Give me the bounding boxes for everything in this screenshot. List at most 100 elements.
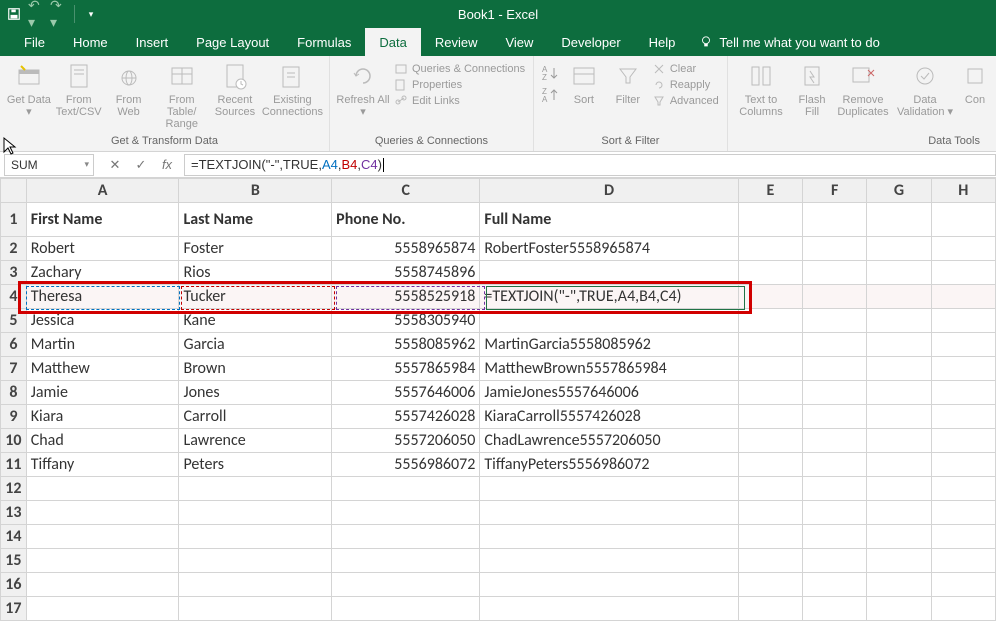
cell-A17[interactable] <box>26 597 179 621</box>
qat-customize-icon[interactable]: ▾ <box>83 6 99 22</box>
select-all-corner[interactable] <box>1 179 27 203</box>
row-header-17[interactable]: 17 <box>1 597 27 621</box>
cell-H1[interactable] <box>931 203 995 237</box>
cell-H6[interactable] <box>931 333 995 357</box>
from-table-range-button[interactable]: From Table/ Range <box>155 60 208 130</box>
cell-A14[interactable] <box>26 525 179 549</box>
cell-F7[interactable] <box>802 357 866 381</box>
cell-D5[interactable] <box>480 309 738 333</box>
cell-H9[interactable] <box>931 405 995 429</box>
properties-button[interactable]: Properties <box>394 78 525 92</box>
cell-G17[interactable] <box>867 597 931 621</box>
cell-A9[interactable]: Kiara <box>26 405 179 429</box>
cell-D4[interactable]: =TEXTJOIN("-",TRUE,A4,B4,C4) <box>480 285 738 309</box>
cell-D12[interactable] <box>480 477 738 501</box>
cell-H4[interactable] <box>931 285 995 309</box>
row-header-11[interactable]: 11 <box>1 453 27 477</box>
cell-E14[interactable] <box>738 525 802 549</box>
cell-A4[interactable]: Theresa <box>26 285 179 309</box>
col-header-B[interactable]: B <box>179 179 332 203</box>
insert-function-button[interactable]: fx <box>158 156 176 174</box>
cell-E9[interactable] <box>738 405 802 429</box>
cell-C17[interactable] <box>332 597 480 621</box>
cell-B1[interactable]: Last Name <box>179 203 332 237</box>
cell-F10[interactable] <box>802 429 866 453</box>
cell-H15[interactable] <box>931 549 995 573</box>
cell-F8[interactable] <box>802 381 866 405</box>
recent-sources-button[interactable]: Recent Sources <box>212 60 258 118</box>
cell-D8[interactable]: JamieJones5557646006 <box>480 381 738 405</box>
cell-G9[interactable] <box>867 405 931 429</box>
cell-A6[interactable]: Martin <box>26 333 179 357</box>
consolidate-button[interactable]: Con <box>960 60 990 106</box>
from-web-button[interactable]: From Web <box>106 60 152 118</box>
cell-H14[interactable] <box>931 525 995 549</box>
name-box[interactable]: SUM <box>4 154 94 176</box>
cell-B13[interactable] <box>179 501 332 525</box>
cell-E15[interactable] <box>738 549 802 573</box>
cell-E8[interactable] <box>738 381 802 405</box>
cell-G1[interactable] <box>867 203 931 237</box>
cell-C14[interactable] <box>332 525 480 549</box>
cell-H8[interactable] <box>931 381 995 405</box>
cell-B10[interactable]: Lawrence <box>179 429 332 453</box>
row-header-16[interactable]: 16 <box>1 573 27 597</box>
cell-B15[interactable] <box>179 549 332 573</box>
cell-C8[interactable]: 5557646006 <box>332 381 480 405</box>
cell-B5[interactable]: Kane <box>179 309 332 333</box>
tab-data[interactable]: Data <box>365 28 420 56</box>
cell-D9[interactable]: KiaraCarroll5557426028 <box>480 405 738 429</box>
undo-icon[interactable]: ↶ ▾ <box>28 6 44 22</box>
cell-F15[interactable] <box>802 549 866 573</box>
cell-G7[interactable] <box>867 357 931 381</box>
tab-file[interactable]: File <box>10 28 59 56</box>
cell-H13[interactable] <box>931 501 995 525</box>
cell-D15[interactable] <box>480 549 738 573</box>
cell-F5[interactable] <box>802 309 866 333</box>
cell-C13[interactable] <box>332 501 480 525</box>
cell-F4[interactable] <box>802 285 866 309</box>
cell-H5[interactable] <box>931 309 995 333</box>
flash-fill-button[interactable]: Flash Fill <box>792 60 832 118</box>
cell-A8[interactable]: Jamie <box>26 381 179 405</box>
cell-D13[interactable] <box>480 501 738 525</box>
cell-A13[interactable] <box>26 501 179 525</box>
row-header-5[interactable]: 5 <box>1 309 27 333</box>
cell-E12[interactable] <box>738 477 802 501</box>
tab-home[interactable]: Home <box>59 28 122 56</box>
cell-G15[interactable] <box>867 549 931 573</box>
row-header-1[interactable]: 1 <box>1 203 27 237</box>
cell-G5[interactable] <box>867 309 931 333</box>
col-header-E[interactable]: E <box>738 179 802 203</box>
cell-C12[interactable] <box>332 477 480 501</box>
cell-C16[interactable] <box>332 573 480 597</box>
cell-A15[interactable] <box>26 549 179 573</box>
cell-G10[interactable] <box>867 429 931 453</box>
cell-E7[interactable] <box>738 357 802 381</box>
cell-A12[interactable] <box>26 477 179 501</box>
cell-C2[interactable]: 5558965874 <box>332 237 480 261</box>
cell-F2[interactable] <box>802 237 866 261</box>
cell-C10[interactable]: 5557206050 <box>332 429 480 453</box>
row-header-12[interactable]: 12 <box>1 477 27 501</box>
save-icon[interactable] <box>6 6 22 22</box>
cell-F14[interactable] <box>802 525 866 549</box>
cell-B6[interactable]: Garcia <box>179 333 332 357</box>
tab-review[interactable]: Review <box>421 28 492 56</box>
cell-B17[interactable] <box>179 597 332 621</box>
cell-B16[interactable] <box>179 573 332 597</box>
cell-H3[interactable] <box>931 261 995 285</box>
get-data-button[interactable]: Get Data ▾ <box>6 60 52 118</box>
cell-D11[interactable]: TiffanyPeters5556986072 <box>480 453 738 477</box>
cell-A7[interactable]: Matthew <box>26 357 179 381</box>
cell-G14[interactable] <box>867 525 931 549</box>
formula-input[interactable]: =TEXTJOIN("-",TRUE,A4,B4,C4) <box>184 154 996 176</box>
cell-B7[interactable]: Brown <box>179 357 332 381</box>
cell-D7[interactable]: MatthewBrown5557865984 <box>480 357 738 381</box>
cell-D17[interactable] <box>480 597 738 621</box>
edit-links-button[interactable]: Edit Links <box>394 94 525 108</box>
row-header-8[interactable]: 8 <box>1 381 27 405</box>
data-validation-button[interactable]: Data Validation ▾ <box>894 60 956 118</box>
cell-C9[interactable]: 5557426028 <box>332 405 480 429</box>
advanced-filter-button[interactable]: Advanced <box>652 94 719 108</box>
